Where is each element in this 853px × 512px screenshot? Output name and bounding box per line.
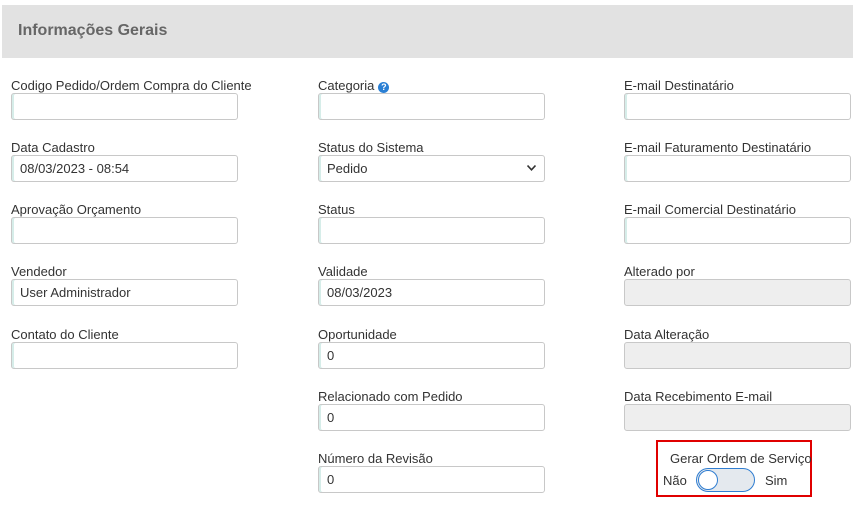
numero-revisao-label: Número da Revisão xyxy=(318,451,433,466)
toggle-on-label: Sim xyxy=(765,473,788,488)
status-sistema-label: Status do Sistema xyxy=(318,140,424,155)
section-title: Informações Gerais xyxy=(18,22,168,39)
codigo-pedido-input[interactable] xyxy=(11,93,238,120)
oportunidade-input[interactable]: 0 xyxy=(318,342,545,369)
vendedor-label: Vendedor xyxy=(11,264,67,279)
contato-cliente-input[interactable] xyxy=(11,342,238,369)
codigo-pedido-label: Codigo Pedido/Ordem Compra do Cliente xyxy=(11,78,252,93)
alterado-por-input xyxy=(624,279,851,306)
gerar-ordem-servico-label: Gerar Ordem de Serviço xyxy=(670,451,812,466)
categoria-label: Categoria? xyxy=(318,78,390,93)
data-alteracao-input xyxy=(624,342,851,369)
data-cadastro-label: Data Cadastro xyxy=(11,140,95,155)
data-recebimento-label: Data Recebimento E-mail xyxy=(624,389,773,404)
gerar-ordem-servico-box: Gerar Ordem de Serviço Não Sim xyxy=(656,440,812,497)
validade-input[interactable]: 08/03/2023 xyxy=(318,279,545,306)
toggle-knob[interactable] xyxy=(698,470,718,490)
relacionado-pedido-label: Relacionado com Pedido xyxy=(318,389,463,404)
data-recebimento-input xyxy=(624,404,851,431)
oportunidade-label: Oportunidade xyxy=(318,327,397,342)
email-comercial-input[interactable] xyxy=(624,217,851,244)
email-destinatario-label: E-mail Destinatário xyxy=(624,78,734,93)
gerar-ordem-servico-toggle[interactable] xyxy=(696,468,755,492)
alterado-por-label: Alterado por xyxy=(624,264,695,279)
chevron-down-icon xyxy=(527,165,536,171)
status-sistema-value: Pedido xyxy=(327,161,368,176)
email-destinatario-input[interactable] xyxy=(624,93,851,120)
validade-label: Validade xyxy=(318,264,368,279)
section-header: Informações Gerais xyxy=(2,5,853,58)
status-input[interactable] xyxy=(318,217,545,244)
status-sistema-select[interactable]: Pedido xyxy=(318,155,545,182)
email-faturamento-input[interactable] xyxy=(624,155,851,182)
email-faturamento-label: E-mail Faturamento Destinatário xyxy=(624,140,812,155)
relacionado-pedido-input[interactable]: 0 xyxy=(318,404,545,431)
vendedor-input[interactable]: User Administrador xyxy=(11,279,238,306)
categoria-input[interactable] xyxy=(318,93,545,120)
data-alteracao-label: Data Alteração xyxy=(624,327,710,342)
email-comercial-label: E-mail Comercial Destinatário xyxy=(624,202,796,217)
contato-cliente-label: Contato do Cliente xyxy=(11,327,119,342)
numero-revisao-input[interactable]: 0 xyxy=(318,466,545,493)
question-circle-icon[interactable]: ? xyxy=(378,82,390,93)
aprovacao-orcamento-label: Aprovação Orçamento xyxy=(11,202,142,217)
status-label: Status xyxy=(318,202,355,217)
data-cadastro-input[interactable]: 08/03/2023 - 08:54 xyxy=(11,155,238,182)
toggle-off-label: Não xyxy=(663,473,687,488)
aprovacao-orcamento-input[interactable] xyxy=(11,217,238,244)
categoria-label-text: Categoria xyxy=(318,78,375,93)
